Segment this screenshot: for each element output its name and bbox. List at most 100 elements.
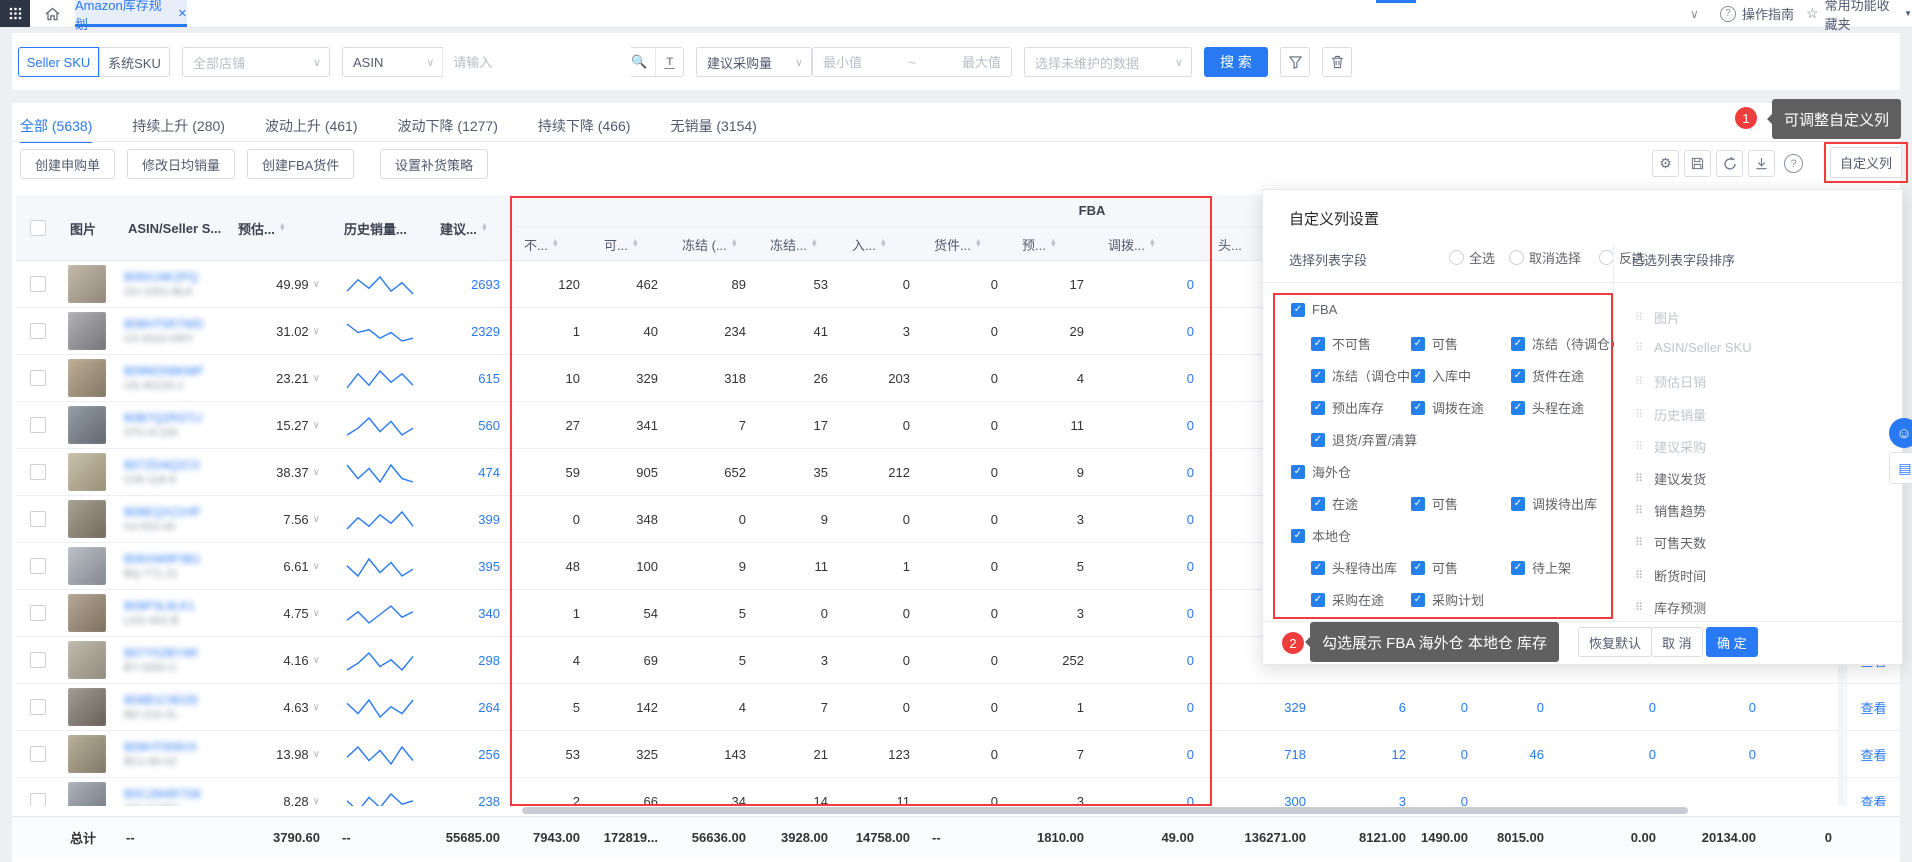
checkbox-icon[interactable]	[30, 417, 46, 433]
drag-handle-icon[interactable]: ⠿	[1635, 472, 1644, 485]
checkbox-checked-icon[interactable]: ✓	[1311, 561, 1325, 575]
suggest-purchase-link[interactable]: 238	[430, 778, 500, 806]
column-header-5[interactable]: 建议...▲▼	[440, 195, 512, 261]
asin-sku-cell[interactable]: B06XW9P3B1BQ-771-21	[124, 543, 226, 589]
checkbox-icon[interactable]	[30, 699, 46, 715]
suggest-purchase-link[interactable]: 399	[430, 496, 500, 542]
tab-0[interactable]: 全部 (5638)	[20, 116, 92, 136]
warehouse-value-cell[interactable]	[1558, 778, 1656, 806]
fba-value-cell[interactable]: 0	[1098, 590, 1194, 636]
checkbox-checked-icon[interactable]: ✓	[1311, 401, 1325, 415]
sort-icon[interactable]: ▲▼	[1050, 240, 1057, 248]
suggest-purchase-link[interactable]: 264	[430, 684, 500, 730]
fba-value-cell[interactable]: 0	[1098, 402, 1194, 448]
asin-sku-cell[interactable]: B09HT009VXBCv-90-02	[124, 731, 226, 777]
shop-select[interactable]: 全部店铺 ∨	[182, 47, 330, 77]
search-button[interactable]: 搜 索	[1204, 47, 1268, 77]
sorted-field-6[interactable]: ⠿销售趋势	[1635, 501, 1706, 520]
checkbox-checked-icon[interactable]: ✓	[1411, 369, 1425, 383]
fba-value-cell[interactable]: 0	[1098, 543, 1194, 589]
sort-icon[interactable]: ▲▼	[811, 240, 818, 248]
panel-button-cancel[interactable]: 取 消	[1651, 627, 1703, 657]
text-mode-button[interactable]: T	[655, 48, 683, 76]
seller-sku-toggle[interactable]: Seller SKU	[18, 47, 99, 77]
product-image-cell[interactable]	[68, 308, 118, 354]
checkbox-checked-icon[interactable]: ✓	[1511, 561, 1525, 575]
field-item[interactable]: ✓采购计划	[1411, 590, 1484, 609]
checkbox-icon[interactable]	[30, 605, 46, 621]
fba-value-cell[interactable]: 0	[1098, 308, 1194, 354]
checkbox-icon[interactable]	[30, 652, 46, 668]
checkbox-checked-icon[interactable]: ✓	[1311, 433, 1325, 447]
row-checkbox[interactable]	[16, 731, 60, 777]
field-item[interactable]: ✓调拨待出库	[1511, 494, 1597, 513]
sub-column-header-9[interactable]: 冻结...▲▼	[770, 227, 840, 261]
warehouse-value-cell[interactable]	[1770, 684, 1832, 730]
asin-link[interactable]: B0C2M4R7S8	[124, 787, 201, 801]
sub-column-header-6[interactable]: 不...▲▼	[524, 227, 592, 261]
field-item[interactable]: ✓调拨在途	[1411, 398, 1484, 417]
warehouse-value-cell[interactable]: 0	[1670, 684, 1756, 730]
caret-down-icon[interactable]: ∨	[313, 561, 320, 572]
field-item[interactable]: ✓货件在途	[1511, 366, 1584, 385]
sort-icon[interactable]: ▲▼	[1149, 240, 1156, 248]
search-icon[interactable]: 🔍	[631, 54, 647, 70]
headleg-transit-cell[interactable]: 329	[1208, 684, 1306, 730]
product-image-cell[interactable]	[68, 449, 118, 495]
checkbox-checked-icon[interactable]: ✓	[1511, 337, 1525, 351]
fba-value-cell[interactable]: 0	[1098, 684, 1194, 730]
asin-sku-cell[interactable]: B0C2M4R7S8AW-10-552	[124, 778, 226, 806]
radio-circle-icon[interactable]	[1599, 250, 1614, 265]
asin-sku-cell[interactable]: B07Y52BY4RBY-3352-C	[124, 637, 226, 683]
field-item[interactable]: ✓预出库存	[1311, 398, 1384, 417]
field-group-0[interactable]: ✓FBA	[1291, 302, 1337, 317]
inventory-forecast-view-link[interactable]: 查看	[1846, 778, 1900, 806]
fba-value-cell[interactable]: 0	[1098, 637, 1194, 683]
caret-down-icon[interactable]: ∨	[313, 796, 320, 807]
sorted-field-7[interactable]: ⠿可售天数	[1635, 533, 1706, 552]
fba-value-cell[interactable]: 0	[1098, 449, 1194, 495]
tab-5[interactable]: 无销量 (3154)	[670, 116, 756, 136]
filter-funnel-button[interactable]	[1280, 47, 1310, 77]
product-image-cell[interactable]	[68, 731, 118, 777]
product-image-cell[interactable]	[68, 496, 118, 542]
sorted-field-8[interactable]: ⠿断货时间	[1635, 566, 1706, 585]
asin-sku-cell[interactable]: B08B1C9D2EBD-210-XL	[124, 684, 226, 730]
docs-widget-button[interactable]: ▤	[1889, 452, 1912, 484]
field-item[interactable]: ✓退货/弃置/清算	[1311, 430, 1417, 449]
field-item[interactable]: ✓入库中	[1411, 366, 1471, 385]
product-image-cell[interactable]	[68, 543, 118, 589]
drag-handle-icon[interactable]: ⠿	[1635, 601, 1644, 614]
download-button[interactable]	[1748, 150, 1775, 177]
fba-value-cell[interactable]: 0	[1098, 496, 1194, 542]
warehouse-value-cell[interactable]	[1770, 778, 1832, 806]
key-type-select[interactable]: ASIN ∨	[343, 48, 443, 76]
caret-down-icon[interactable]: ∨	[313, 420, 320, 431]
app-grid-button[interactable]	[0, 0, 30, 27]
field-group-1[interactable]: ✓海外仓	[1291, 462, 1351, 481]
product-image-cell[interactable]	[68, 261, 118, 307]
tab-3[interactable]: 波动下降 (1277)	[398, 116, 498, 136]
asin-link[interactable]: B09M2N8KMP	[124, 364, 203, 378]
asin-link[interactable]: B08B1C9D2E	[124, 693, 199, 707]
product-image-cell[interactable]	[68, 590, 118, 636]
checkbox-icon[interactable]	[30, 370, 46, 386]
settings-button[interactable]: ⚙	[1652, 150, 1679, 177]
fba-value-cell[interactable]: 0	[1098, 261, 1194, 307]
asin-sku-cell[interactable]: B07ZD4Q2C0C05-118-A	[124, 449, 226, 495]
caret-down-icon[interactable]: ∨	[313, 326, 320, 337]
field-item[interactable]: ✓采购在途	[1311, 590, 1384, 609]
field-item[interactable]: ✓冻结（调仓中）	[1311, 366, 1423, 385]
column-header-3[interactable]: 预估...▲▼	[238, 195, 332, 261]
suggest-purchase-link[interactable]: 298	[430, 637, 500, 683]
caret-down-icon[interactable]: ∨	[313, 279, 320, 290]
inventory-forecast-view-link[interactable]: 查看	[1846, 731, 1900, 777]
checkbox-checked-icon[interactable]: ✓	[1511, 497, 1525, 511]
row-checkbox[interactable]	[16, 308, 60, 354]
checkbox-checked-icon[interactable]: ✓	[1311, 593, 1325, 607]
suggest-purchase-link[interactable]: 395	[430, 543, 500, 589]
asin-sku-cell[interactable]: B09XJ4K2PQGU-2201-BLK	[124, 261, 226, 307]
max-value-input[interactable]	[929, 54, 1003, 71]
warehouse-value-cell[interactable]: 0	[1670, 731, 1756, 777]
warehouse-value-cell[interactable]	[1670, 778, 1756, 806]
